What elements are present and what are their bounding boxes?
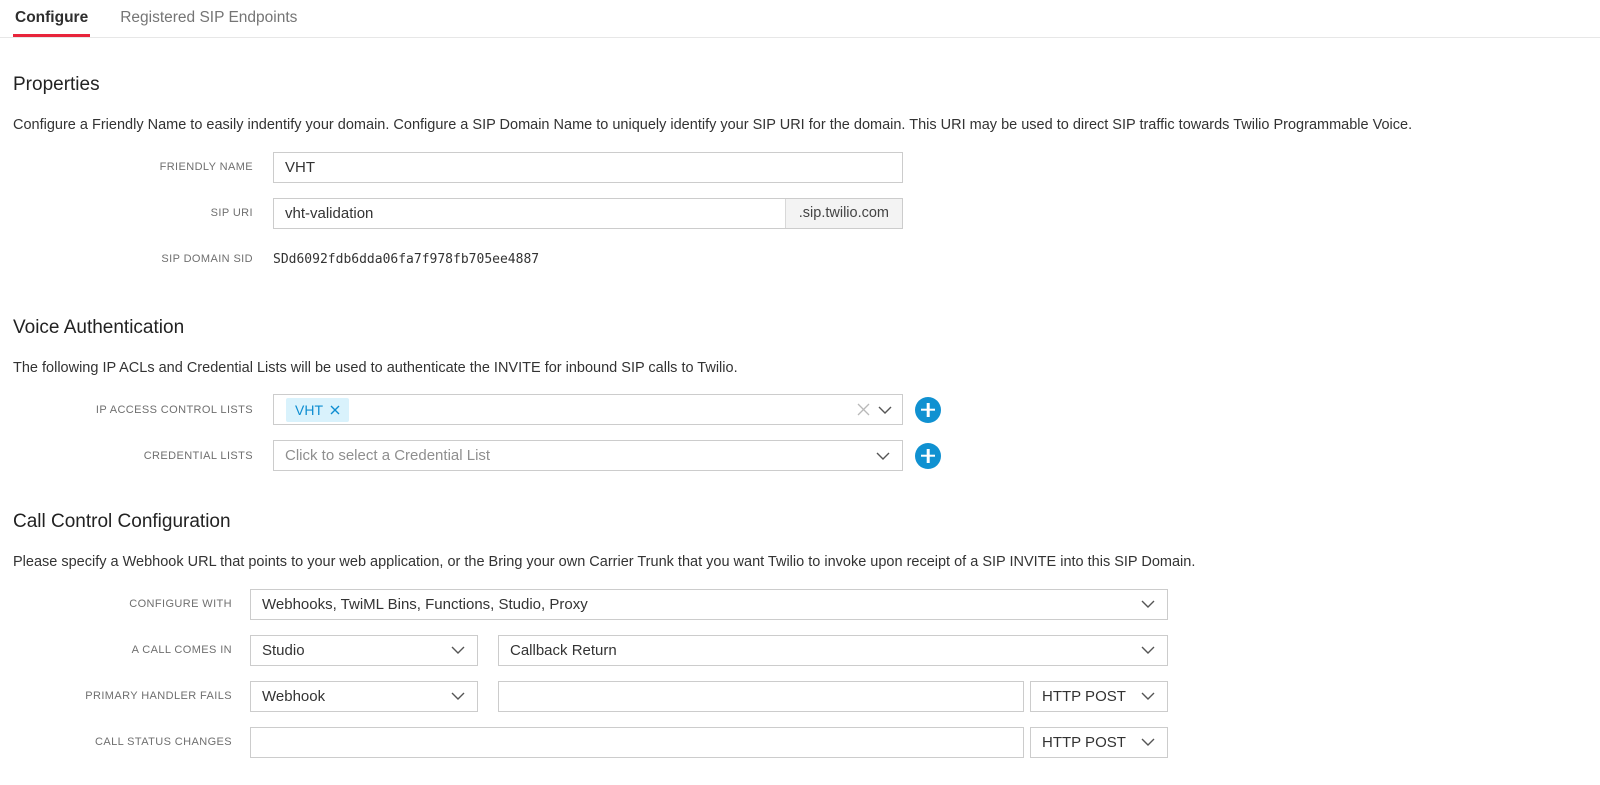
call-status-changes-url-input[interactable]: [250, 727, 1024, 758]
chevron-down-icon: [1141, 692, 1155, 700]
ip-acl-label: IP ACCESS CONTROL LISTS: [13, 404, 253, 416]
call-status-changes-row: CALL STATUS CHANGES HTTP POST: [0, 727, 1600, 758]
chevron-down-icon: [876, 452, 890, 460]
configure-with-label: CONFIGURE WITH: [13, 598, 232, 610]
a-call-comes-in-target-value: Callback Return: [510, 642, 617, 659]
voice-authentication-section-description: The following IP ACLs and Credential Lis…: [13, 359, 1600, 379]
sip-uri-label: SIP URI: [13, 207, 253, 219]
configure-with-row: CONFIGURE WITH Webhooks, TwiML Bins, Fun…: [0, 589, 1600, 620]
a-call-comes-in-label: A CALL COMES IN: [13, 644, 232, 656]
ip-acl-chip[interactable]: VHT: [286, 398, 349, 422]
a-call-comes-in-row: A CALL COMES IN Studio Callback Return: [0, 635, 1600, 666]
clear-x-icon[interactable]: [857, 403, 870, 416]
credential-lists-row: CREDENTIAL LISTS Click to select a Crede…: [0, 440, 1600, 471]
primary-handler-fails-handler-select[interactable]: Webhook: [250, 681, 478, 712]
call-control-section-description: Please specify a Webhook URL that points…: [13, 553, 1600, 573]
primary-handler-fails-method-select[interactable]: HTTP POST: [1030, 681, 1168, 712]
credential-lists-select[interactable]: Click to select a Credential List: [273, 440, 903, 471]
tab-registered-sip-endpoints[interactable]: Registered SIP Endpoints: [118, 0, 299, 37]
a-call-comes-in-handler-select[interactable]: Studio: [250, 635, 478, 666]
friendly-name-label: FRIENDLY NAME: [13, 161, 253, 173]
add-ip-acl-button[interactable]: [915, 397, 941, 423]
credential-lists-placeholder: Click to select a Credential List: [285, 447, 490, 464]
x-icon[interactable]: [330, 405, 340, 415]
primary-handler-fails-label: PRIMARY HANDLER FAILS: [13, 690, 232, 702]
chevron-down-icon: [878, 406, 892, 414]
tab-bar: Configure Registered SIP Endpoints: [0, 0, 1600, 38]
sip-uri-row: SIP URI .sip.twilio.com: [0, 198, 1600, 229]
credential-lists-label: CREDENTIAL LISTS: [13, 450, 253, 462]
chevron-down-icon: [451, 646, 465, 654]
sip-uri-group: .sip.twilio.com: [273, 198, 903, 229]
chevron-down-icon: [1141, 600, 1155, 608]
voice-authentication-section-title: Voice Authentication: [13, 317, 1600, 339]
tab-configure[interactable]: Configure: [13, 0, 90, 37]
properties-section-description: Configure a Friendly Name to easily inde…: [13, 116, 1600, 136]
sip-uri-suffix: .sip.twilio.com: [785, 199, 902, 228]
chevron-down-icon: [1141, 646, 1155, 654]
call-status-changes-method-select[interactable]: HTTP POST: [1030, 727, 1168, 758]
sip-domain-sid-label: SIP DOMAIN SID: [13, 253, 253, 265]
call-control-section-title: Call Control Configuration: [13, 511, 1600, 533]
configure-with-select[interactable]: Webhooks, TwiML Bins, Functions, Studio,…: [250, 589, 1168, 620]
ip-acl-chip-label: VHT: [295, 402, 323, 418]
a-call-comes-in-target-select[interactable]: Callback Return: [498, 635, 1168, 666]
chevron-down-icon: [1141, 738, 1155, 746]
add-credential-list-button[interactable]: [915, 443, 941, 469]
primary-handler-fails-url-input[interactable]: [498, 681, 1024, 712]
properties-section-title: Properties: [13, 74, 1600, 96]
primary-handler-fails-method-value: HTTP POST: [1042, 688, 1126, 705]
friendly-name-input[interactable]: [273, 152, 903, 183]
call-status-changes-method-value: HTTP POST: [1042, 734, 1126, 751]
primary-handler-fails-handler-value: Webhook: [262, 688, 325, 705]
configure-with-value: Webhooks, TwiML Bins, Functions, Studio,…: [262, 596, 588, 613]
primary-handler-fails-row: PRIMARY HANDLER FAILS Webhook HTTP POST: [0, 681, 1600, 712]
sip-uri-input[interactable]: [274, 199, 785, 228]
sip-domain-sid-row: SIP DOMAIN SID SDd6092fdb6dda06fa7f978fb…: [0, 244, 1600, 275]
ip-acl-row: IP ACCESS CONTROL LISTS VHT: [0, 394, 1600, 425]
ip-acl-multiselect[interactable]: VHT: [273, 394, 903, 425]
chevron-down-icon: [451, 692, 465, 700]
call-status-changes-label: CALL STATUS CHANGES: [13, 736, 232, 748]
friendly-name-row: FRIENDLY NAME: [0, 152, 1600, 183]
sip-domain-sid-value: SDd6092fdb6dda06fa7f978fb705ee4887: [273, 252, 539, 267]
a-call-comes-in-handler-value: Studio: [262, 642, 305, 659]
